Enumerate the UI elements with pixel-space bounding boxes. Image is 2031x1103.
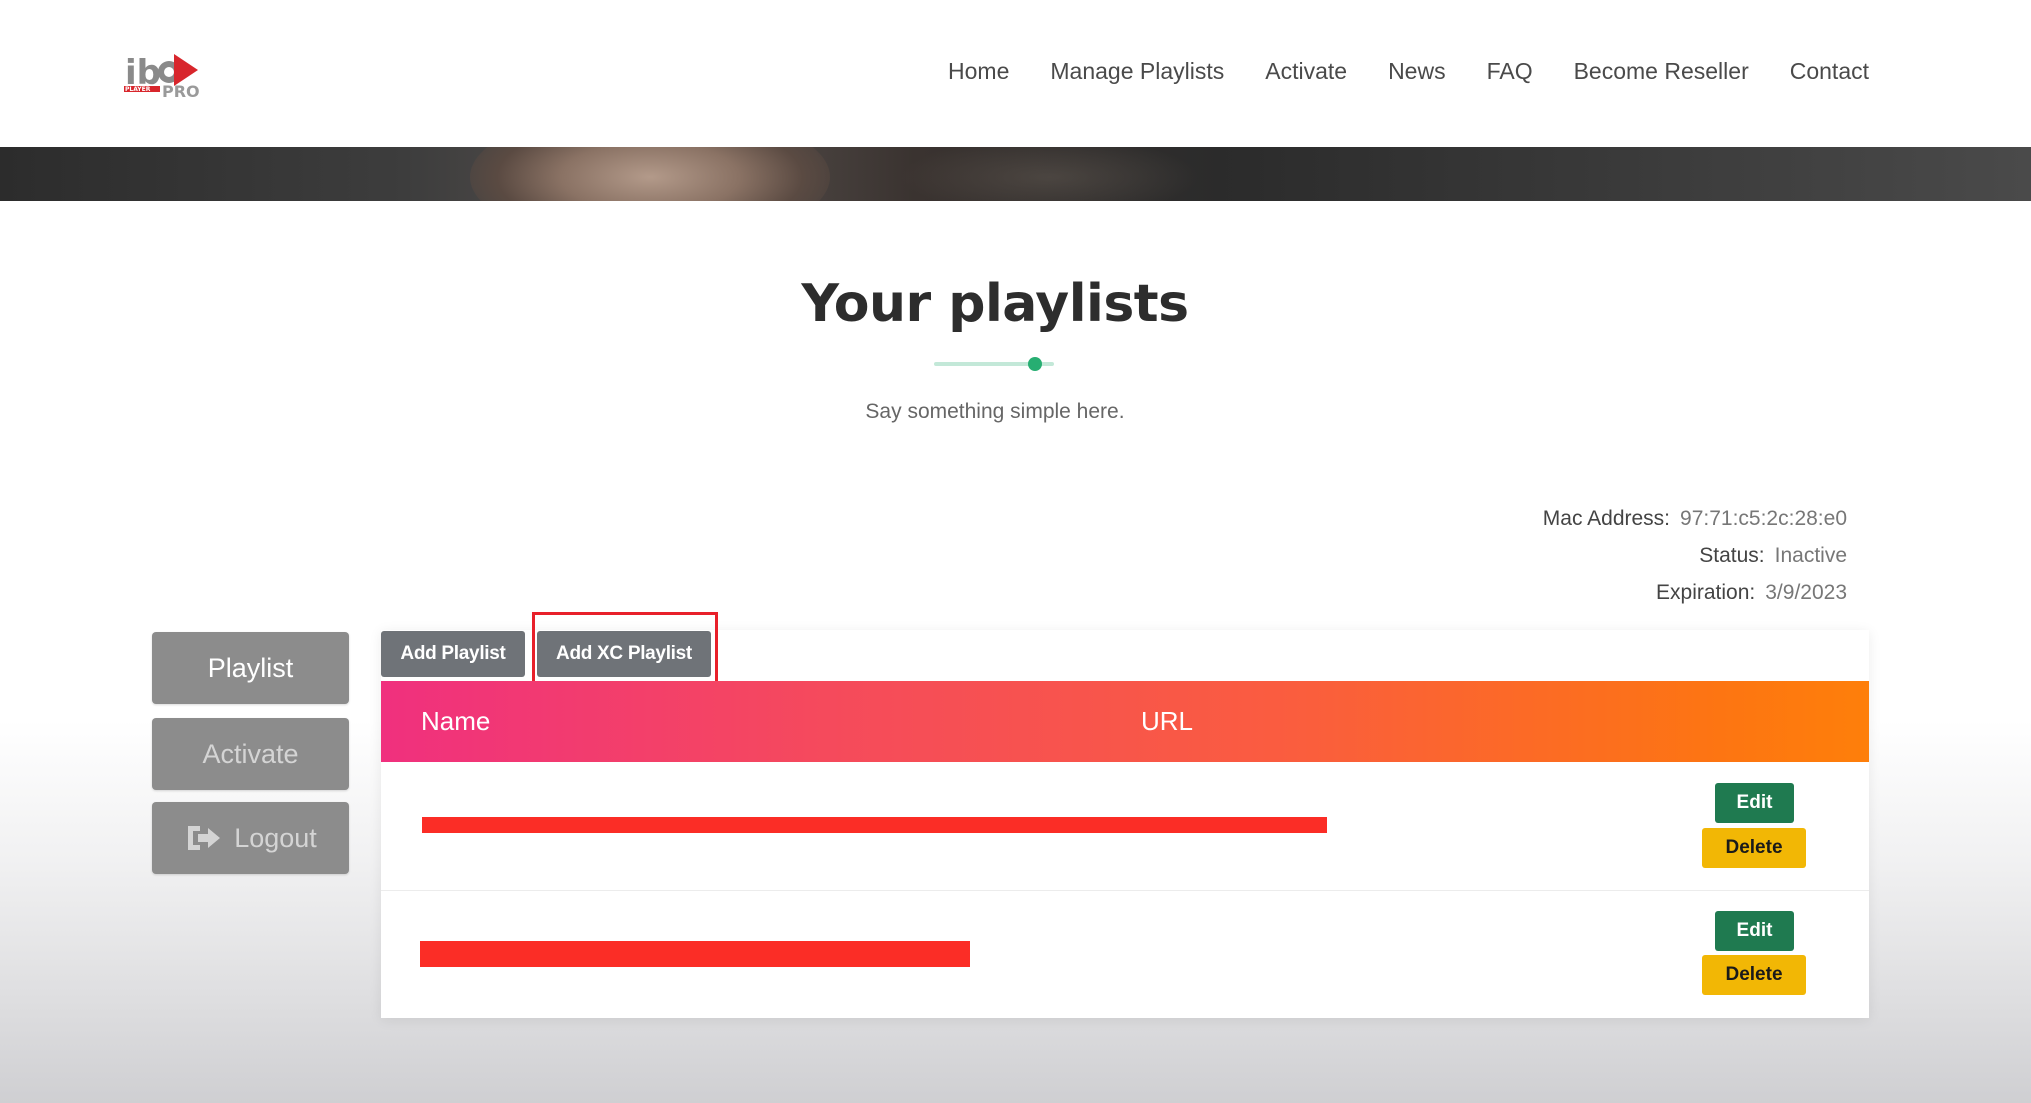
sign-out-icon — [188, 826, 221, 850]
redacted-playlist-name — [420, 941, 970, 967]
nav-news[interactable]: News — [1388, 58, 1446, 85]
page-title: Your playlists — [801, 274, 1189, 334]
mac-address-label: Mac Address: — [1542, 507, 1671, 530]
sidebar-logout-label: Logout — [234, 822, 317, 853]
nav-become-reseller[interactable]: Become Reseller — [1574, 58, 1749, 85]
site-header: ib PLAYER PRO Home Manage Playlists Acti… — [0, 0, 2031, 147]
add-playlist-button[interactable]: Add Playlist — [381, 631, 525, 677]
svg-text:PLAYER: PLAYER — [125, 86, 151, 93]
column-url-header: URL — [1141, 706, 1194, 736]
redacted-playlist-url — [422, 817, 1327, 833]
device-info: Mac Address: 97:71:c5:2c:28:e0 Status: Ina… — [1543, 500, 1847, 611]
playlist-table-header: Name URL — [381, 681, 1869, 762]
hero-banner-image — [0, 147, 2031, 201]
expiration-row: Expiration: 3/9/2023 — [1543, 574, 1847, 611]
main-nav: Home Manage Playlists Activate News FAQ … — [948, 58, 1869, 85]
nav-contact[interactable]: Contact — [1790, 58, 1869, 85]
status-row: Status: Inactive — [1543, 537, 1847, 574]
hero-face-shape — [470, 147, 830, 201]
delete-button[interactable]: Delete — [1702, 828, 1806, 868]
row-divider — [381, 890, 1869, 891]
mac-address-value: 97:71:c5:2c:28:e0 — [1680, 507, 1847, 530]
nav-manage-playlists[interactable]: Manage Playlists — [1050, 58, 1224, 85]
nav-activate[interactable]: Activate — [1265, 58, 1347, 85]
edit-button[interactable]: Edit — [1715, 783, 1794, 823]
svg-text:PRO: PRO — [162, 82, 200, 101]
expiration-label: Expiration: — [1656, 581, 1756, 604]
sidebar-activate-label: Activate — [202, 738, 299, 769]
status-value: Inactive — [1774, 544, 1847, 567]
hero-shading — [900, 147, 1200, 201]
ibo-player-logo[interactable]: ib PLAYER PRO — [122, 48, 202, 104]
status-label: Status: — [1699, 544, 1765, 567]
column-name-header: Name — [421, 706, 491, 736]
sidebar-playlist-button[interactable]: Playlist — [152, 632, 349, 704]
nav-faq[interactable]: FAQ — [1487, 58, 1533, 85]
add-xc-playlist-highlight — [532, 612, 718, 685]
expiration-value: 3/9/2023 — [1765, 581, 1847, 604]
sidebar-playlist-label: Playlist — [207, 652, 294, 683]
title-accent-dot — [1028, 357, 1042, 371]
edit-button[interactable]: Edit — [1715, 911, 1794, 951]
delete-button[interactable]: Delete — [1702, 955, 1806, 995]
nav-home[interactable]: Home — [948, 58, 1009, 85]
page-subtitle: Say something simple here. — [865, 400, 1125, 423]
mac-address-row: Mac Address: 97:71:c5:2c:28:e0 — [1543, 500, 1847, 537]
sidebar-logout-button[interactable]: Logout — [152, 802, 349, 874]
sidebar-activate-button[interactable]: Activate — [152, 718, 349, 790]
